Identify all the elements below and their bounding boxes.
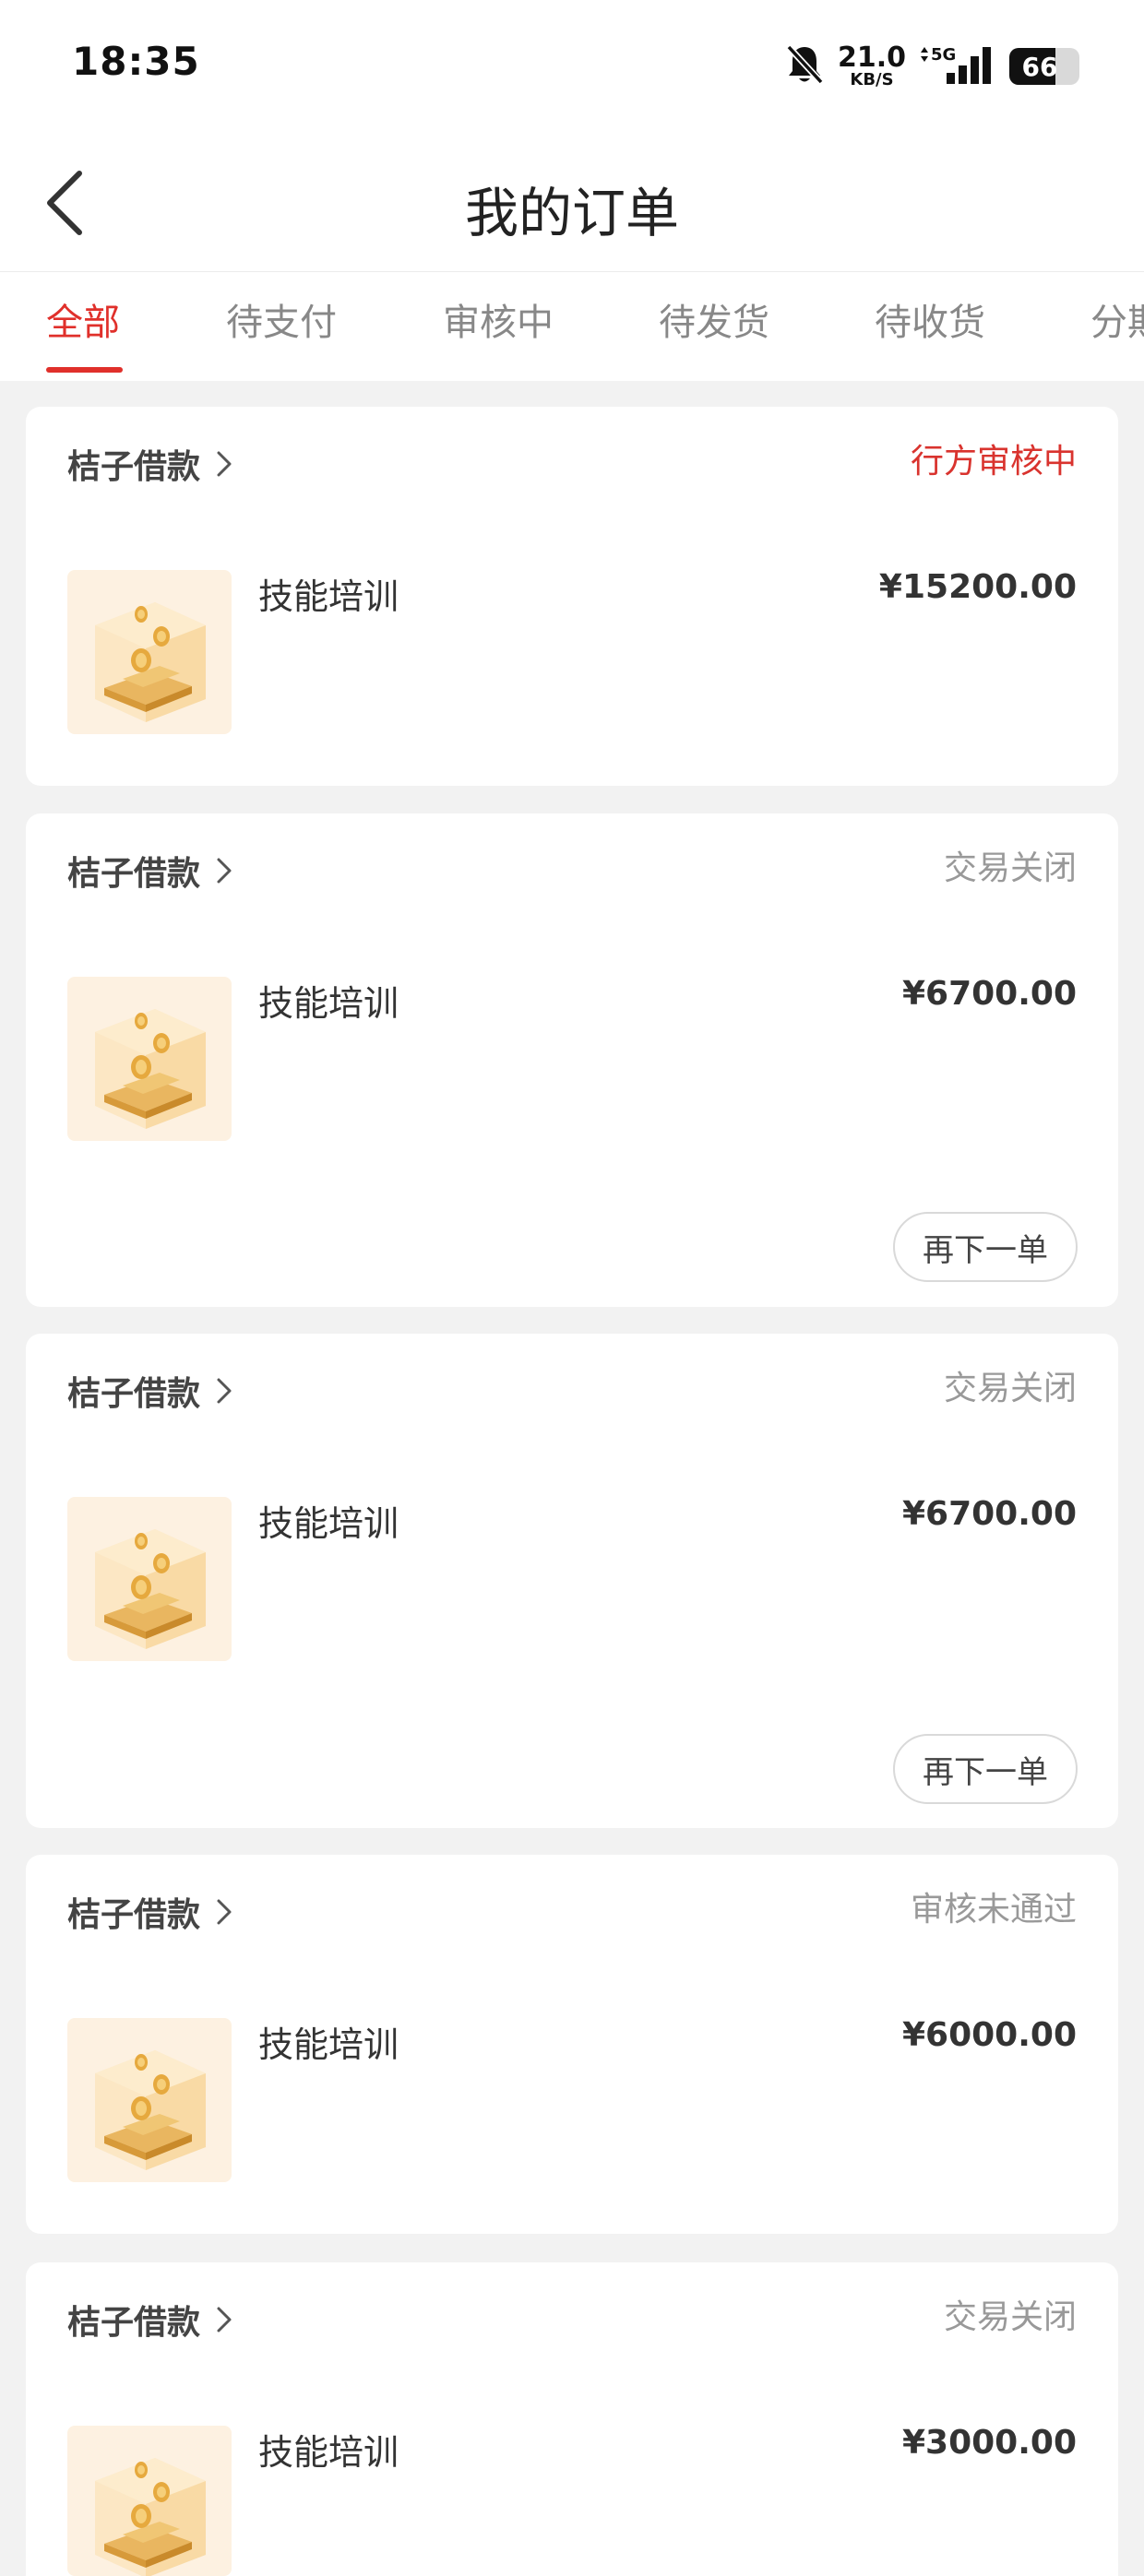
product-image — [67, 570, 232, 734]
net-speed-value: 21.0 — [837, 42, 906, 74]
order-status: 交易关闭 — [943, 849, 1077, 887]
merchant-name: 桔子借款 — [67, 448, 201, 486]
merchant-name: 桔子借款 — [67, 1896, 201, 1934]
nav-bar: 我的订单 — [0, 138, 1144, 272]
tab-pending-receipt[interactable]: 待收货 — [875, 292, 985, 346]
order-tabs: 全部 待支付 审核中 待发货 待收货 分期 — [0, 272, 1144, 381]
order-status: 交易关闭 — [943, 1370, 1077, 1407]
order-status: 行方审核中 — [910, 443, 1077, 481]
reorder-button[interactable]: 再下一单 — [893, 1212, 1078, 1282]
bell-muted-icon — [784, 43, 825, 89]
merchant-name: 桔子借款 — [67, 2304, 201, 2342]
product-name: 技能培训 — [258, 1503, 399, 1544]
signal-5g-icon: 5G — [919, 43, 996, 89]
merchant-name: 桔子借款 — [67, 855, 201, 893]
product-price: ¥6000.00 — [901, 2016, 1077, 2054]
merchant-link[interactable]: 桔子借款 — [67, 440, 233, 488]
order-card[interactable]: 桔子借款 交易关闭 技能培训 ¥3000.00 — [26, 2262, 1118, 2576]
product-price: ¥15200.00 — [878, 568, 1077, 606]
product-image — [67, 2018, 232, 2182]
product-name: 技能培训 — [258, 576, 399, 617]
order-status: 审核未通过 — [910, 1891, 1077, 1929]
product-name: 技能培训 — [258, 2024, 399, 2065]
product-price: ¥6700.00 — [901, 975, 1077, 1013]
product-image — [67, 977, 232, 1141]
product-name: 技能培训 — [258, 2432, 399, 2473]
merchant-link[interactable]: 桔子借款 — [67, 2296, 233, 2344]
chevron-right-icon — [215, 2305, 233, 2334]
order-card[interactable]: 桔子借款 交易关闭 技能培训 ¥6700.00 再下一单 — [26, 813, 1118, 1307]
tab-installment[interactable]: 分期 — [1090, 292, 1144, 346]
tab-pending-payment[interactable]: 待支付 — [226, 292, 337, 346]
chevron-right-icon — [215, 1897, 233, 1927]
product-image — [67, 2426, 232, 2576]
status-time: 18:35 — [72, 39, 200, 84]
tab-all[interactable]: 全部 — [46, 292, 120, 346]
order-card[interactable]: 桔子借款 交易关闭 技能培训 ¥6700.00 再下一单 — [26, 1334, 1118, 1828]
chevron-right-icon — [215, 449, 233, 479]
order-card[interactable]: 桔子借款 审核未通过 技能培训 ¥6000.00 — [26, 1855, 1118, 2234]
product-price: ¥3000.00 — [901, 2424, 1077, 2462]
battery-icon: 66 — [1009, 48, 1079, 85]
chevron-right-icon — [215, 1376, 233, 1406]
tab-active-indicator — [46, 367, 123, 373]
product-name: 技能培训 — [258, 983, 399, 1024]
order-status: 交易关闭 — [943, 2298, 1077, 2336]
merchant-link[interactable]: 桔子借款 — [67, 1888, 233, 1936]
product-price: ¥6700.00 — [901, 1495, 1077, 1533]
svg-text:5G: 5G — [931, 45, 956, 65]
status-icons: 21.0 KB/S 5G 66 — [784, 41, 1079, 92]
net-speed-unit: KB/S — [850, 70, 894, 89]
net-speed: 21.0 KB/S — [838, 44, 906, 89]
page-title: 我的订单 — [464, 182, 679, 244]
tab-under-review[interactable]: 审核中 — [443, 292, 554, 346]
battery-level: 66 — [1021, 51, 1058, 82]
product-image — [67, 1497, 232, 1661]
chevron-right-icon — [215, 856, 233, 885]
merchant-name: 桔子借款 — [67, 1375, 201, 1413]
merchant-link[interactable]: 桔子借款 — [67, 1367, 233, 1415]
status-bar: 18:35 21.0 KB/S 5G 66 — [0, 0, 1144, 138]
tab-pending-shipment[interactable]: 待发货 — [659, 292, 769, 346]
reorder-button[interactable]: 再下一单 — [893, 1734, 1078, 1804]
order-card[interactable]: 桔子借款 行方审核中 技能培训 ¥15200.00 — [26, 407, 1118, 786]
merchant-link[interactable]: 桔子借款 — [67, 847, 233, 895]
